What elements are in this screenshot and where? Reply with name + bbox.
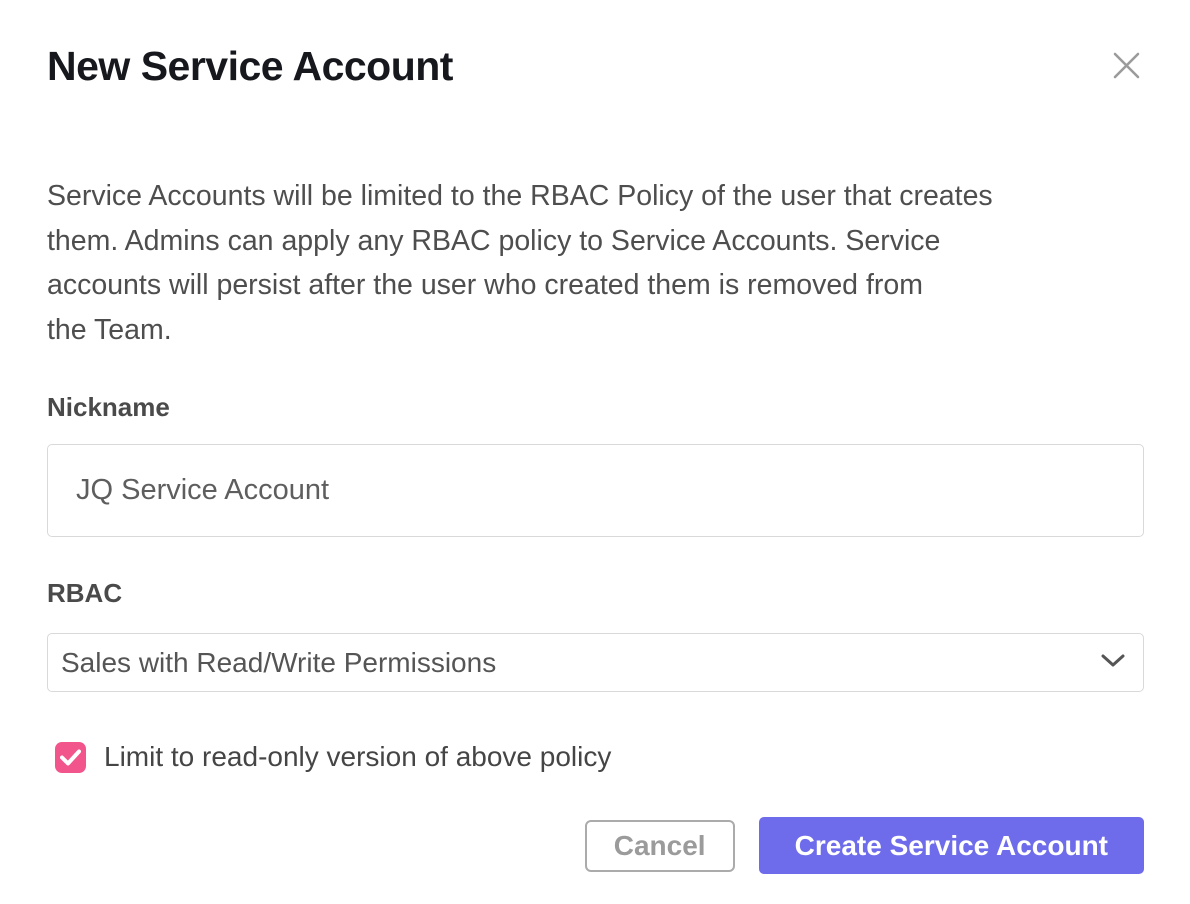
modal-description: Service Accounts will be limited to the … [47,174,1144,352]
rbac-label: RBAC [47,580,1144,606]
modal-header: New Service Account [47,42,1144,90]
checkmark-icon [60,749,81,766]
rbac-select-wrap: Sales with Read/Write Permissions [47,633,1144,692]
rbac-select[interactable]: Sales with Read/Write Permissions [47,633,1144,692]
description-line: the Team. [47,308,1144,353]
read-only-checkbox-row: Limit to read-only version of above poli… [55,741,1144,773]
modal-footer: Cancel Create Service Account [47,817,1144,874]
description-line: Service Accounts will be limited to the … [47,174,1144,219]
close-button[interactable] [1109,48,1144,83]
description-line: them. Admins can apply any RBAC policy t… [47,219,1144,264]
description-line: accounts will persist after the user who… [47,263,1144,308]
create-service-account-button[interactable]: Create Service Account [759,817,1144,874]
modal-title: New Service Account [47,42,453,90]
close-icon [1113,67,1140,82]
nickname-label: Nickname [47,394,1144,420]
cancel-button[interactable]: Cancel [585,820,735,872]
new-service-account-modal: New Service Account Service Accounts wil… [0,42,1190,904]
read-only-checkbox-label[interactable]: Limit to read-only version of above poli… [104,741,611,773]
read-only-checkbox[interactable] [55,742,86,773]
nickname-input[interactable] [47,444,1144,537]
